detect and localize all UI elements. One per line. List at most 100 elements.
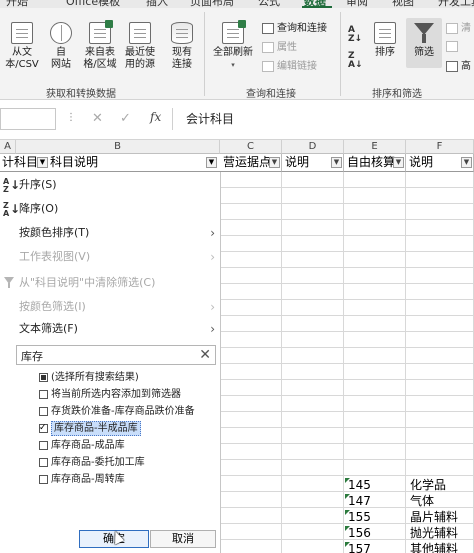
tab-view[interactable]: 视图 xyxy=(392,0,414,8)
grid-cell[interactable] xyxy=(344,300,406,316)
grid-cell[interactable] xyxy=(282,364,344,380)
filter-dropdown-button[interactable]: ▼ xyxy=(37,157,48,168)
grid-cell[interactable] xyxy=(282,460,344,476)
grid-cell[interactable] xyxy=(220,476,282,492)
clear-filter-item[interactable]: 从"科目说明"中清除筛选(C) xyxy=(0,272,221,294)
checkbox[interactable] xyxy=(39,390,48,399)
refresh-all-button[interactable]: 全部刷新 ▾ xyxy=(208,20,258,71)
grid-cell[interactable] xyxy=(344,316,406,332)
grid-cell[interactable] xyxy=(406,316,474,332)
grid-cell[interactable] xyxy=(344,348,406,364)
cell-f[interactable]: 其他辅料 xyxy=(410,543,458,553)
grid-cell[interactable] xyxy=(344,268,406,284)
grid-cell[interactable] xyxy=(220,188,282,204)
cell-e[interactable]: 157 xyxy=(348,543,371,553)
grid-cell[interactable] xyxy=(406,204,474,220)
grid-cell[interactable] xyxy=(282,268,344,284)
header-cell-account[interactable]: 计科目 xyxy=(2,154,38,171)
from-table-range-button[interactable]: 来自表 格/区域 xyxy=(80,20,120,71)
grid-cell[interactable] xyxy=(406,348,474,364)
grid-cell[interactable] xyxy=(220,220,282,236)
list-item[interactable]: 存货跌价准备-库存商品跌价准备 xyxy=(34,403,216,420)
cancel-button[interactable]: 取消 xyxy=(150,530,216,548)
list-item[interactable]: (选择所有搜索结果) xyxy=(34,369,216,386)
tab-home[interactable]: 开始 xyxy=(6,0,28,8)
tab-page-layout[interactable]: 页面布局 xyxy=(190,0,234,8)
grid-cell[interactable] xyxy=(344,380,406,396)
queries-connections-button[interactable]: 查询和连接 xyxy=(262,22,327,35)
grid-cell[interactable] xyxy=(220,236,282,252)
grid-cell[interactable] xyxy=(220,428,282,444)
filter-dropdown-button[interactable]: ▼ xyxy=(393,157,404,168)
worksheet-grid[interactable]: 营运据点 ▼ 说明 ▼ 自由核算 ▼ 说明 ▼ 145 化学品 147 气体 1… xyxy=(220,154,474,553)
grid-cell[interactable] xyxy=(220,172,282,188)
grid-cell[interactable] xyxy=(406,460,474,476)
tab-office-templates[interactable]: Office模板 xyxy=(66,0,120,8)
grid-cell[interactable] xyxy=(344,428,406,444)
grid-cell[interactable] xyxy=(282,412,344,428)
cell-f[interactable]: 晶片辅料 xyxy=(410,511,458,524)
sort-by-color-item[interactable]: 按颜色排序(T) › xyxy=(0,222,221,244)
grid-cell[interactable] xyxy=(220,252,282,268)
sort-descending-icon[interactable]: Z A↓ xyxy=(348,52,363,70)
header-cell-account-desc[interactable]: 科目说明 xyxy=(50,154,98,171)
checkbox[interactable] xyxy=(39,441,48,450)
filter-button[interactable]: 筛选 xyxy=(406,18,442,68)
grid-cell[interactable] xyxy=(282,508,344,524)
grid-cell[interactable] xyxy=(282,236,344,252)
cell-e[interactable]: 147 xyxy=(348,495,371,508)
sort-ascending-item[interactable]: A Z ↓ 升序(S) xyxy=(0,174,221,196)
header-cell[interactable]: 自由核算 ▼ xyxy=(344,154,406,172)
insert-function-button[interactable]: fx xyxy=(150,110,161,124)
grid-cell[interactable] xyxy=(406,188,474,204)
grid-cell[interactable] xyxy=(220,332,282,348)
grid-cell[interactable] xyxy=(406,396,474,412)
grid-cell[interactable] xyxy=(344,444,406,460)
list-item[interactable]: 库存商品-成品库 xyxy=(34,437,216,454)
grid-cell[interactable] xyxy=(282,316,344,332)
filter-dropdown-button[interactable]: ▼ xyxy=(331,157,342,168)
list-item[interactable]: 将当前所选内容添加到筛选器 xyxy=(34,386,216,403)
grid-cell[interactable] xyxy=(220,524,282,540)
cell-f[interactable]: 抛光辅料 xyxy=(410,527,458,540)
grid-cell[interactable] xyxy=(344,220,406,236)
grid-cell[interactable] xyxy=(220,508,282,524)
filter-dropdown-button-active[interactable]: ▼ xyxy=(206,157,217,168)
grid-cell[interactable] xyxy=(220,444,282,460)
grid-cell[interactable] xyxy=(282,188,344,204)
advanced-filter-button[interactable]: 高 xyxy=(446,60,471,73)
grid-cell[interactable] xyxy=(406,364,474,380)
confirm-entry-icon[interactable]: ✓ xyxy=(120,111,131,126)
column-header-f[interactable]: F xyxy=(406,140,474,154)
column-header-c[interactable]: C xyxy=(220,140,282,154)
properties-button[interactable]: 属性 xyxy=(262,41,297,54)
sheet-view-item[interactable]: 工作表视图(V) › xyxy=(0,246,221,268)
grid-cell[interactable] xyxy=(282,540,344,553)
checkbox[interactable] xyxy=(39,407,48,416)
grid-cell[interactable] xyxy=(406,380,474,396)
list-item[interactable]: 库存商品-半成品库 xyxy=(34,420,216,437)
header-cell[interactable]: 说明 ▼ xyxy=(282,154,344,172)
tab-formulas[interactable]: 公式 xyxy=(258,0,280,8)
grid-cell[interactable] xyxy=(282,220,344,236)
tab-review[interactable]: 审阅 xyxy=(346,0,368,8)
cell-e[interactable]: 155 xyxy=(348,511,371,524)
grid-cell[interactable] xyxy=(220,268,282,284)
grid-cell[interactable] xyxy=(282,252,344,268)
cell-e[interactable]: 156 xyxy=(348,527,371,540)
edit-links-button[interactable]: 编辑链接 xyxy=(262,60,317,73)
recent-sources-button[interactable]: 最近使 用的源 xyxy=(120,22,160,71)
filter-by-color-item[interactable]: 按颜色筛选(I) › xyxy=(0,296,221,318)
grid-cell[interactable] xyxy=(220,316,282,332)
grid-cell[interactable] xyxy=(220,364,282,380)
grid-cell[interactable] xyxy=(220,284,282,300)
existing-connections-button[interactable]: 现有 连接 xyxy=(164,22,200,71)
column-header-d[interactable]: D xyxy=(282,140,344,154)
clear-filter-button[interactable]: 清 xyxy=(446,22,471,35)
cell-f[interactable]: 气体 xyxy=(410,495,434,508)
grid-cell[interactable] xyxy=(406,252,474,268)
checkbox[interactable] xyxy=(39,424,48,433)
grid-cell[interactable] xyxy=(282,204,344,220)
grid-cell[interactable] xyxy=(220,348,282,364)
grid-cell[interactable] xyxy=(344,412,406,428)
